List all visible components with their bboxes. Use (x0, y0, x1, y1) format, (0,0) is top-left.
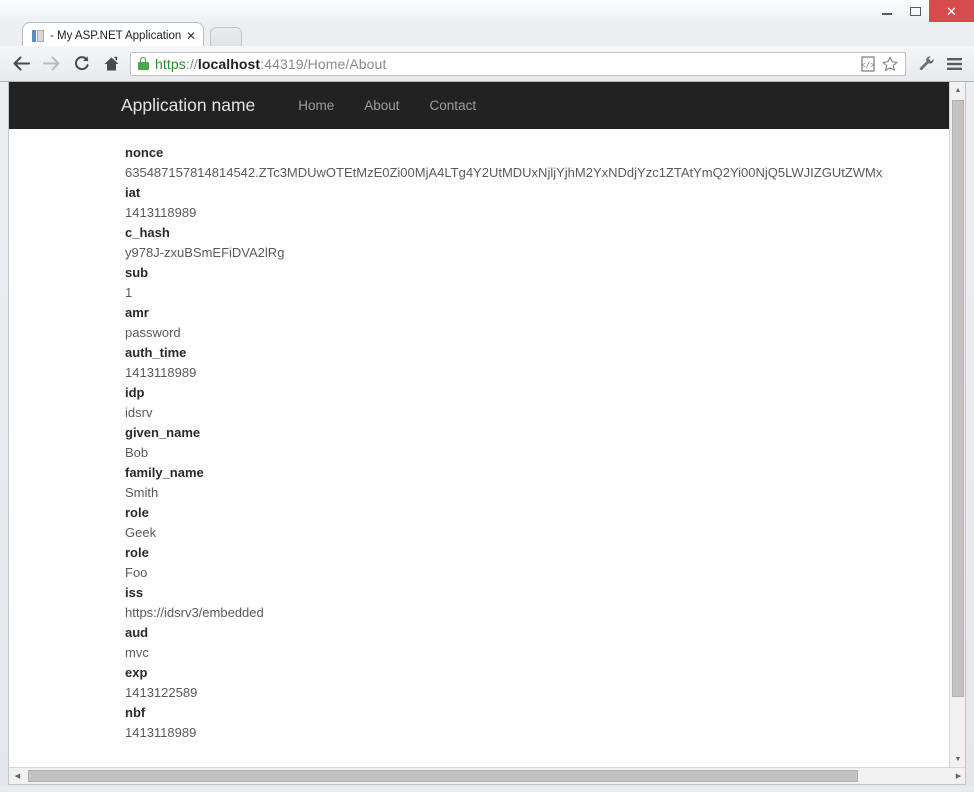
browser-window: ✕ - My ASP.NET Application ✕ https://loc… (0, 0, 974, 792)
scroll-right-icon[interactable]: ▶ (950, 768, 965, 784)
claim-key: iat (125, 185, 141, 200)
reload-button[interactable] (66, 49, 96, 79)
url-text: https://localhost:44319/Home/About (155, 56, 386, 72)
page-actions-icon[interactable]: </> (857, 53, 879, 75)
scroll-left-icon[interactable]: ◀ (9, 768, 26, 784)
window-bottom-frame (0, 786, 974, 792)
vertical-scroll-thumb[interactable] (952, 100, 964, 697)
claim-key: exp (125, 665, 148, 680)
claim-value: 1413118989 (125, 205, 197, 220)
bookmark-star-icon[interactable] (879, 53, 901, 75)
minimize-button[interactable] (873, 0, 901, 22)
claims-list: nonce 635487157814814542.ZTc3MDUwOTEtMzE0… (9, 129, 951, 768)
claim-key: nonce (125, 145, 164, 160)
claim-value: mvc (125, 645, 149, 660)
claim-key: auth_time (125, 345, 187, 360)
horizontal-scroll-thumb[interactable] (28, 770, 858, 782)
title-bar: ✕ (0, 0, 974, 22)
url-path: :44319/Home/About (260, 55, 387, 72)
claim-key: iss (125, 585, 144, 600)
claim-value: 635487157814814542.ZTc3MDUwOTEtMzE0Zi00M… (125, 165, 883, 180)
nav-link-contact[interactable]: Contact (415, 99, 492, 113)
site-navbar: Application name Home About Contact (9, 82, 951, 129)
claim-key: role (125, 545, 149, 560)
site-brand[interactable]: Application name (121, 96, 255, 115)
claim-value: y978J-zxuBSmEFiDVA2lRg (125, 245, 285, 260)
nav-link-home[interactable]: Home (283, 99, 349, 113)
home-icon (104, 56, 118, 70)
maximize-icon (909, 6, 921, 16)
forward-button[interactable] (36, 49, 66, 79)
chrome-menu-icon[interactable] (940, 49, 968, 79)
claim-value: Foo (125, 565, 148, 580)
claim-key: nbf (125, 705, 146, 720)
claim-key: given_name (125, 425, 201, 440)
tab-title: - My ASP.NET Application (50, 29, 182, 42)
window-controls: ✕ (873, 0, 974, 22)
nav-link-about[interactable]: About (349, 99, 414, 113)
customize-wrench-icon[interactable] (912, 49, 940, 79)
url-separator: :// (185, 55, 198, 72)
horizontal-scrollbar[interactable]: ◀ ▶ (9, 767, 965, 784)
home-button[interactable] (96, 49, 126, 79)
close-button[interactable]: ✕ (929, 0, 974, 22)
address-bar[interactable]: https://localhost:44319/Home/About </> (130, 51, 906, 76)
claim-value: 1413122589 (125, 685, 198, 700)
scroll-down-icon[interactable]: ▼ (950, 751, 965, 768)
back-arrow-icon (13, 56, 30, 71)
new-tab-button[interactable] (210, 27, 242, 48)
tab-close-icon[interactable]: ✕ (183, 28, 199, 44)
site-nav-links: Home About Contact (283, 99, 491, 113)
claim-key: c_hash (125, 225, 170, 240)
secure-lock-icon (137, 57, 149, 70)
maximize-button[interactable] (901, 0, 929, 22)
claim-value: https://idsrv3/embedded (125, 605, 264, 620)
vertical-scrollbar[interactable]: ▲ ▼ (949, 82, 965, 768)
claim-key: role (125, 505, 149, 520)
claim-value: 1 (125, 285, 133, 300)
web-page: Application name Home About Contact nonc… (9, 82, 951, 768)
tab-strip: - My ASP.NET Application ✕ (0, 22, 974, 48)
scroll-up-icon[interactable]: ▲ (950, 82, 965, 99)
browser-tab[interactable]: - My ASP.NET Application ✕ (22, 22, 204, 48)
svg-text:</>: </> (861, 60, 875, 69)
claim-key: idp (125, 385, 145, 400)
url-host: localhost (197, 55, 261, 72)
claim-key: sub (125, 265, 149, 280)
claim-key: aud (125, 625, 149, 640)
claim-value: 1413118989 (125, 725, 197, 740)
url-scheme: https (155, 55, 186, 72)
claim-key: family_name (125, 465, 204, 480)
reload-icon (74, 56, 89, 71)
back-button[interactable] (6, 49, 36, 79)
favicon-icon (31, 29, 45, 43)
claim-value: idsrv (125, 405, 153, 420)
claim-value: password (125, 325, 181, 340)
claim-value: Geek (125, 525, 157, 540)
claim-value: Bob (125, 445, 149, 460)
forward-arrow-icon (42, 56, 59, 71)
browser-toolbar: https://localhost:44319/Home/About </> (0, 46, 974, 82)
claim-key: amr (125, 305, 149, 320)
close-icon: ✕ (946, 3, 957, 19)
claim-value: 1413118989 (125, 365, 197, 380)
minimize-icon (882, 13, 892, 15)
claim-value: Smith (125, 485, 159, 500)
page-viewport: Application name Home About Contact nonc… (8, 82, 966, 785)
